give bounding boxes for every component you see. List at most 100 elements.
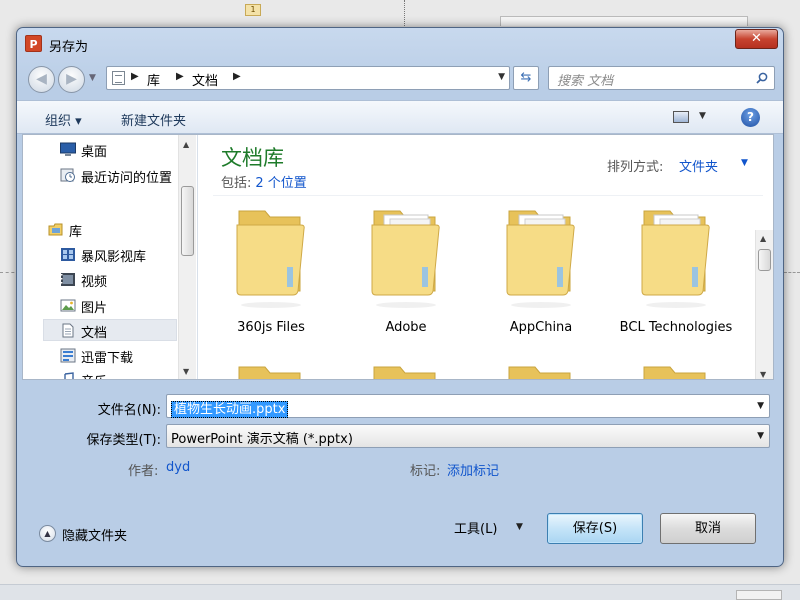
nav-item-thunder-download[interactable]: 迅雷下载 bbox=[60, 345, 178, 367]
folder-item[interactable]: BCL Technologies bbox=[616, 205, 736, 337]
nav-item-label: 桌面 bbox=[81, 145, 108, 160]
author-label: 作者: bbox=[128, 464, 159, 479]
folder-item[interactable] bbox=[481, 361, 601, 379]
desktop-icon bbox=[60, 142, 76, 156]
refresh-button[interactable]: ⇆ bbox=[513, 66, 539, 90]
arrange-by-label: 排列方式: bbox=[607, 160, 664, 175]
scroll-down-icon[interactable]: ▼ bbox=[183, 367, 189, 376]
nav-item-music[interactable]: 音乐 bbox=[60, 369, 178, 379]
arrow-left-icon: ◀ bbox=[36, 71, 47, 87]
documents-icon bbox=[62, 323, 74, 338]
nav-item-video-library[interactable]: 暴风影视库 bbox=[60, 244, 178, 266]
chevron-right-icon[interactable]: ▶ bbox=[176, 71, 184, 82]
author-field[interactable]: dyd bbox=[166, 460, 190, 475]
refresh-icon: ⇆ bbox=[520, 70, 532, 85]
chevron-down-icon[interactable]: ▼ bbox=[757, 431, 764, 441]
view-options-dropdown-icon[interactable]: ▼ bbox=[699, 111, 706, 121]
nav-item-pictures[interactable]: 图片 bbox=[60, 295, 178, 317]
command-toolbar: 组织 ▾ 新建文件夹 ▼ ? bbox=[17, 100, 783, 134]
nav-item-label: 迅雷下载 bbox=[81, 351, 134, 366]
ruler-indent-marker: 1 bbox=[245, 4, 261, 16]
organize-button[interactable]: 组织 ▾ bbox=[45, 110, 82, 129]
back-button[interactable]: ◀ bbox=[28, 66, 55, 93]
save-as-dialog: P 另存为 ✕ ◀ ▶ ▼ ▶ 库 ▶ 文档 ▶ ▼ ⇆ 搜索 文档 组织 ▾ … bbox=[16, 27, 784, 567]
nav-item-videos[interactable]: 视频 bbox=[60, 269, 178, 291]
cancel-button[interactable]: 取消 bbox=[660, 513, 756, 544]
breadcrumb-documents[interactable]: 文档 bbox=[192, 70, 218, 89]
filename-label: 文件名(N): bbox=[97, 403, 161, 418]
scroll-up-icon[interactable]: ▲ bbox=[760, 234, 766, 243]
nav-item-libraries[interactable]: 库 bbox=[48, 219, 168, 241]
recent-pages-dropdown[interactable]: ▼ bbox=[89, 73, 96, 83]
filetype-select[interactable]: PowerPoint 演示文稿 (*.pptx) ▼ bbox=[166, 424, 770, 448]
chevron-down-icon[interactable]: ▼ bbox=[757, 401, 764, 411]
scroll-thumb[interactable] bbox=[758, 249, 771, 271]
help-icon[interactable]: ? bbox=[741, 108, 760, 127]
folder-item[interactable] bbox=[211, 361, 331, 379]
chevron-right-icon[interactable]: ▶ bbox=[233, 71, 241, 82]
tags-label: 标记: bbox=[410, 464, 441, 479]
nav-item-label: 文档 bbox=[81, 326, 108, 341]
includes-label: 包括: bbox=[221, 176, 252, 191]
scroll-up-icon[interactable]: ▲ bbox=[183, 140, 189, 149]
arrange-by-dropdown[interactable]: 文件夹 bbox=[679, 156, 718, 175]
change-view-icon[interactable] bbox=[673, 111, 689, 123]
chevron-down-icon[interactable]: ▼ bbox=[741, 158, 748, 168]
filetype-value: PowerPoint 演示文稿 (*.pptx) bbox=[171, 432, 353, 447]
documents-location-icon bbox=[112, 71, 125, 85]
folder-icon bbox=[211, 361, 331, 379]
navigation-pane: 桌面 最近访问的位置 库 暴风影视库 视频 图片 文档 迅雷下载 ▲ ▼ bbox=[23, 135, 198, 379]
recent-places-icon bbox=[60, 168, 75, 182]
scroll-thumb[interactable] bbox=[181, 186, 194, 256]
library-includes: 包括: 2 个位置 bbox=[221, 172, 307, 191]
chevron-up-icon[interactable]: ▲ bbox=[39, 525, 56, 542]
tools-button[interactable]: 工具(L) bbox=[454, 518, 497, 537]
music-icon bbox=[64, 372, 74, 379]
nav-item-label: 视频 bbox=[81, 275, 108, 290]
title-bar[interactable]: P 另存为 ✕ bbox=[17, 28, 783, 60]
filename-value[interactable]: 植物生长动画.pptx bbox=[171, 401, 289, 418]
window-title: 另存为 bbox=[49, 40, 89, 55]
library-header-divider bbox=[213, 195, 763, 196]
folder-item[interactable] bbox=[346, 361, 466, 379]
nav-item-label: 音乐 bbox=[81, 371, 107, 379]
navigation-scrollbar[interactable]: ▲ ▼ bbox=[178, 135, 196, 379]
nav-item-recent-places[interactable]: 最近访问的位置 bbox=[60, 165, 178, 187]
folder-icon bbox=[481, 205, 601, 313]
folder-item[interactable]: 360js Files bbox=[211, 205, 331, 337]
tags-field[interactable]: 添加标记 bbox=[447, 460, 499, 479]
status-bar bbox=[0, 584, 800, 600]
search-input[interactable]: 搜索 文档 bbox=[548, 66, 775, 90]
search-icon[interactable] bbox=[756, 72, 768, 84]
nav-item-label: 暴风影视库 bbox=[81, 250, 147, 265]
scroll-down-icon[interactable]: ▼ bbox=[760, 370, 766, 379]
forward-button[interactable]: ▶ bbox=[58, 66, 85, 93]
library-locations-link[interactable]: 2 个位置 bbox=[255, 176, 306, 191]
status-bar-box bbox=[736, 590, 782, 600]
nav-item-label: 库 bbox=[69, 225, 83, 240]
file-list-scrollbar[interactable]: ▲ ▼ bbox=[755, 230, 773, 379]
slide-guide-horizontal-right bbox=[784, 272, 800, 273]
new-folder-button[interactable]: 新建文件夹 bbox=[121, 110, 186, 129]
filename-field[interactable]: 植物生长动画.pptx ▼ bbox=[166, 394, 770, 418]
video-library-icon bbox=[61, 248, 75, 261]
address-bar[interactable]: ▶ 库 ▶ 文档 ▶ ▼ bbox=[106, 66, 510, 90]
save-button[interactable]: 保存(S) bbox=[547, 513, 643, 544]
chevron-down-icon[interactable]: ▼ bbox=[516, 522, 523, 532]
library-title: 文档库 bbox=[221, 146, 284, 170]
folder-item[interactable]: Adobe bbox=[346, 205, 466, 337]
slide-edge bbox=[500, 16, 748, 26]
download-icon bbox=[60, 348, 76, 363]
nav-item-desktop[interactable]: 桌面 bbox=[60, 139, 175, 161]
chevron-right-icon[interactable]: ▶ bbox=[131, 71, 139, 82]
folder-item[interactable]: AppChina bbox=[481, 205, 601, 337]
folder-item[interactable] bbox=[616, 361, 736, 379]
nav-item-documents[interactable]: 文档 bbox=[43, 319, 177, 341]
folder-icon bbox=[616, 205, 736, 313]
close-button[interactable]: ✕ bbox=[735, 29, 778, 49]
breadcrumb-libraries[interactable]: 库 bbox=[147, 70, 160, 89]
folder-icon bbox=[616, 361, 736, 379]
address-dropdown-icon[interactable]: ▼ bbox=[498, 72, 505, 82]
folder-name: BCL Technologies bbox=[619, 320, 733, 335]
hide-folders-button[interactable]: 隐藏文件夹 bbox=[62, 525, 127, 544]
